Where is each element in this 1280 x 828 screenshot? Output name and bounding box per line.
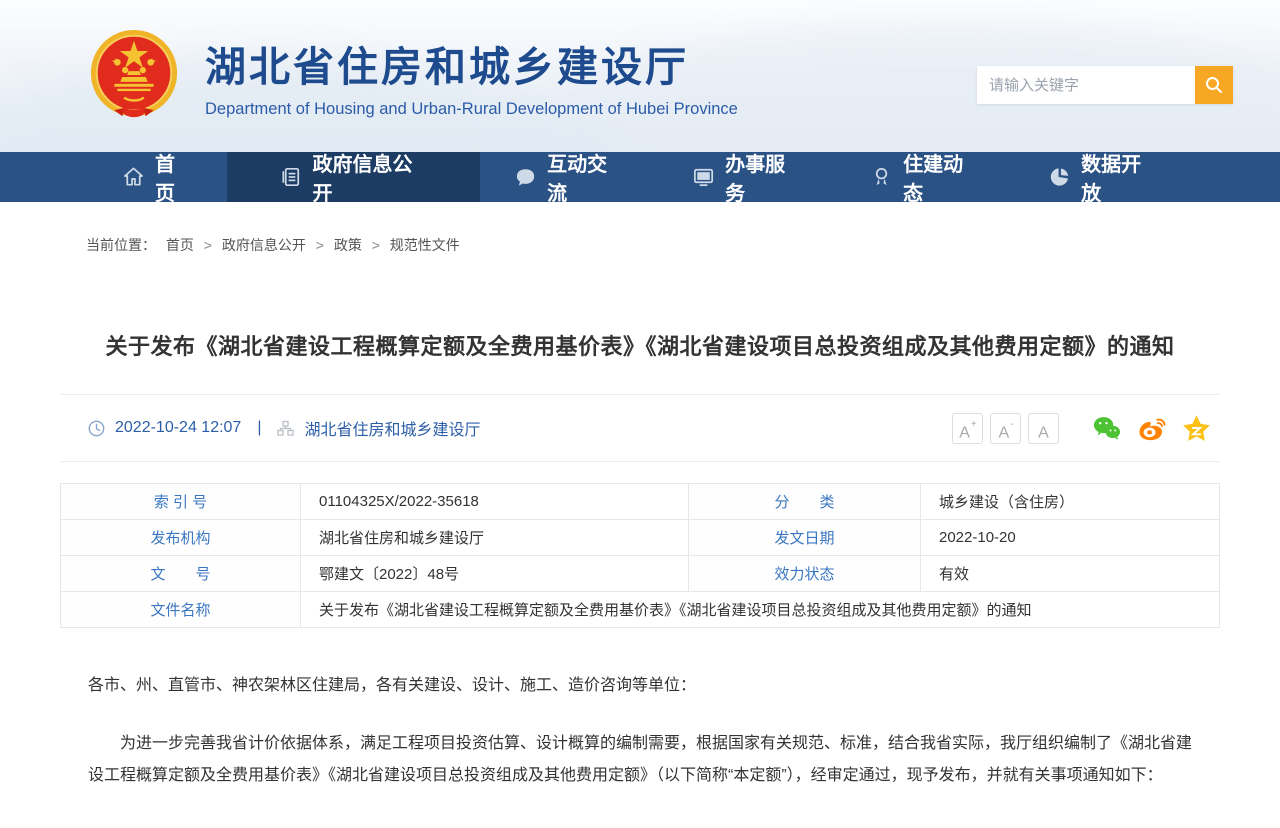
site-title: 湖北省住房和城乡建设厅 bbox=[205, 33, 738, 93]
search-icon bbox=[1204, 75, 1224, 95]
breadcrumb-separator: > bbox=[372, 237, 380, 253]
font-reset-button[interactable]: A bbox=[1028, 413, 1059, 444]
meta-label-doc-number: 文 号 bbox=[61, 556, 301, 592]
article-meta-left: 2022-10-24 12:07 | 湖北省住房和城乡建设厅 bbox=[60, 416, 481, 440]
meta-label-doc-title: 文件名称 bbox=[61, 592, 301, 628]
meta-label-category: 分 类 bbox=[689, 484, 921, 520]
search-input[interactable] bbox=[977, 66, 1195, 104]
sitemap-icon bbox=[277, 420, 294, 437]
font-increase-button[interactable]: A+ bbox=[952, 413, 983, 444]
font-decrease-button[interactable]: A- bbox=[990, 413, 1021, 444]
breadcrumb-gov-info[interactable]: 政府信息公开 bbox=[222, 237, 306, 253]
font-size-controls: A+ A- A bbox=[952, 413, 1059, 444]
meta-value-doc-title: 关于发布《湖北省建设工程概算定额及全费用基价表》《湖北省建设项目总投资组成及其他… bbox=[301, 592, 1220, 628]
site-brand: 湖北省住房和城乡建设厅 Department of Housing and Ur… bbox=[85, 27, 738, 125]
meta-value-issue-date: 2022-10-20 bbox=[921, 520, 1220, 556]
nav-item-label: 数据开放 bbox=[1081, 148, 1158, 206]
meta-label-issuing-agency: 发布机构 bbox=[61, 520, 301, 556]
clock-icon bbox=[88, 420, 105, 437]
table-row: 索 引 号 01104325X/2022-35618 分 类 城乡建设（含住房） bbox=[61, 484, 1220, 520]
article-meta-bar: 2022-10-24 12:07 | 湖北省住房和城乡建设厅 A+ A- A bbox=[60, 394, 1220, 462]
article-source: 湖北省住房和城乡建设厅 bbox=[304, 416, 480, 440]
meta-label-index-number: 索 引 号 bbox=[61, 484, 301, 520]
nav-item-news[interactable]: 住建动态 bbox=[836, 152, 1014, 202]
publish-time: 2022-10-24 12:07 bbox=[115, 419, 241, 437]
article-title: 关于发布《湖北省建设工程概算定额及全费用基价表》《湖北省建设项目总投资组成及其他… bbox=[60, 329, 1220, 361]
pie-chart-icon bbox=[1048, 165, 1071, 189]
qzone-share-icon[interactable] bbox=[1181, 413, 1212, 444]
document-meta-table: 索 引 号 01104325X/2022-35618 分 类 城乡建设（含住房）… bbox=[60, 483, 1220, 628]
breadcrumb-separator: > bbox=[316, 237, 324, 253]
national-emblem-logo bbox=[85, 27, 183, 125]
meta-value-doc-number: 鄂建文〔2022〕48号 bbox=[301, 556, 689, 592]
article-paragraph: 为进一步完善我省计价依据体系，满足工程项目投资估算、设计概算的编制需要，根据国家… bbox=[88, 728, 1192, 792]
monitor-icon bbox=[692, 165, 715, 189]
meta-value-category: 城乡建设（含住房） bbox=[921, 484, 1220, 520]
search-button[interactable] bbox=[1195, 66, 1233, 104]
table-row: 文件名称 关于发布《湖北省建设工程概算定额及全费用基价表》《湖北省建设项目总投资… bbox=[61, 592, 1220, 628]
article-meta-right: A+ A- A bbox=[952, 413, 1220, 444]
meta-label-issue-date: 发文日期 bbox=[689, 520, 921, 556]
meta-value-index-number: 01104325X/2022-35618 bbox=[301, 484, 689, 520]
nav-item-label: 住建动态 bbox=[903, 148, 980, 206]
weibo-share-icon[interactable] bbox=[1136, 413, 1167, 444]
nav-item-label: 互动交流 bbox=[547, 148, 624, 206]
meta-value-validity: 有效 bbox=[921, 556, 1220, 592]
breadcrumb-prefix: 当前位置： bbox=[86, 237, 156, 253]
meta-label-validity: 效力状态 bbox=[689, 556, 921, 592]
nav-item-home[interactable]: 首页 bbox=[88, 152, 227, 202]
article-paragraph: 各市、州、直管市、神农架林区住建局，各有关建设、设计、施工、造价咨询等单位： bbox=[88, 670, 1192, 702]
nav-item-interaction[interactable]: 互动交流 bbox=[480, 152, 658, 202]
breadcrumb-policy[interactable]: 政策 bbox=[334, 237, 362, 253]
nav-item-label: 政府信息公开 bbox=[313, 148, 429, 206]
meta-separator: | bbox=[257, 419, 261, 437]
table-row: 文 号 鄂建文〔2022〕48号 效力状态 有效 bbox=[61, 556, 1220, 592]
meta-value-issuing-agency: 湖北省住房和城乡建设厅 bbox=[301, 520, 689, 556]
document-icon bbox=[279, 165, 302, 189]
chat-icon bbox=[514, 165, 537, 189]
nav-item-open-data[interactable]: 数据开放 bbox=[1014, 152, 1192, 202]
article-body: 各市、州、直管市、神农架林区住建局，各有关建设、设计、施工、造价咨询等单位： 为… bbox=[60, 670, 1220, 792]
breadcrumb-home[interactable]: 首页 bbox=[166, 237, 194, 253]
badge-icon bbox=[870, 165, 893, 189]
breadcrumb-separator: > bbox=[204, 237, 212, 253]
home-icon bbox=[122, 165, 145, 189]
table-row: 发布机构 湖北省住房和城乡建设厅 发文日期 2022-10-20 bbox=[61, 520, 1220, 556]
main-nav: 首页 政府信息公开 互动交流 办事服务 住建动态 bbox=[0, 152, 1280, 202]
nav-item-label: 办事服务 bbox=[725, 148, 802, 206]
wechat-share-icon[interactable] bbox=[1091, 413, 1122, 444]
nav-item-gov-info[interactable]: 政府信息公开 bbox=[227, 152, 480, 202]
site-search bbox=[977, 66, 1233, 104]
nav-item-services[interactable]: 办事服务 bbox=[658, 152, 836, 202]
breadcrumb: 当前位置： 首页 > 政府信息公开 > 政策 > 规范性文件 bbox=[86, 235, 1280, 255]
breadcrumb-normative-docs[interactable]: 规范性文件 bbox=[390, 237, 460, 253]
site-header: 湖北省住房和城乡建设厅 Department of Housing and Ur… bbox=[0, 0, 1280, 152]
brand-text: 湖北省住房和城乡建设厅 Department of Housing and Ur… bbox=[205, 33, 738, 119]
nav-item-label: 首页 bbox=[155, 148, 193, 206]
site-subtitle-en: Department of Housing and Urban-Rural De… bbox=[205, 100, 738, 119]
article: 关于发布《湖北省建设工程概算定额及全费用基价表》《湖北省建设项目总投资组成及其他… bbox=[0, 329, 1280, 792]
